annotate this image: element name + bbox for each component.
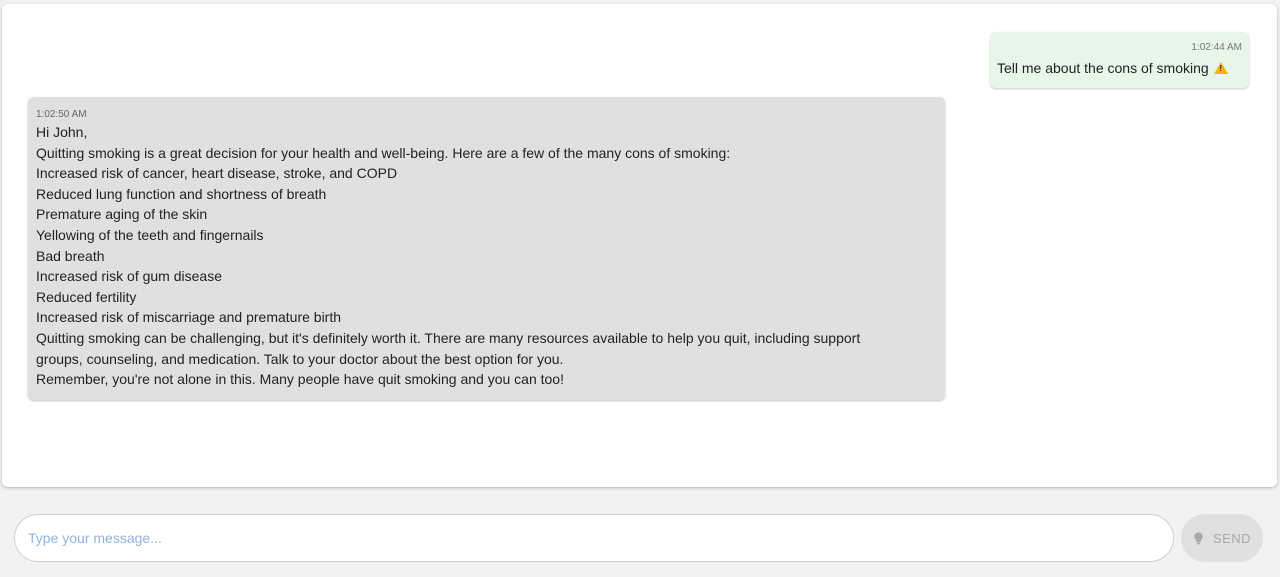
warning-icon: ! [1213,62,1228,74]
send-button-label: SEND [1212,530,1252,546]
lightbulb-icon [1194,531,1203,544]
bot-message-line: Premature aging of the skin [36,206,208,223]
bot-message-line: Bad breath [36,247,105,264]
bot-message-line: Remember, you're not alone in this. Many… [36,371,564,388]
bot-message-bubble: 1:02:50 AM Hi John, Quitting smoking is … [28,97,945,400]
bot-message-line: Yellowing of the teeth and fingernails [36,226,264,243]
user-message-content: Tell me about the cons of smoking! [997,58,1242,78]
message-composer: SEND [0,497,1280,577]
bot-message-line: Hi John, [36,124,88,140]
bot-message-line: Quitting smoking is a great decision for… [36,144,731,161]
message-input-wrapper [14,514,1174,562]
bot-message-line: Increased risk of gum disease [36,268,222,285]
bot-message-line: Quitting smoking can be challenging, but… [36,329,861,346]
bot-message-line: groups, counseling, and medication. Talk… [36,350,564,367]
message-input[interactable] [15,515,1173,561]
user-message-bubble: 1:02:44 AM Tell me about the cons of smo… [990,32,1249,88]
user-message-text: Tell me about the cons of smoking [997,60,1209,76]
bot-message-line: Increased risk of cancer, heart disease,… [36,165,398,182]
chat-history-panel: 1:02:44 AM Tell me about the cons of smo… [2,4,1277,487]
bot-message-line: Reduced lung function and shortness of b… [36,185,327,202]
bot-message-timestamp: 1:02:50 AM [36,109,87,120]
bot-message-line: Increased risk of miscarriage and premat… [36,309,342,326]
send-button[interactable]: SEND [1181,514,1263,562]
bot-message-line: Reduced fertility [36,288,137,305]
user-message-timestamp: 1:02:44 AM [1191,42,1242,53]
